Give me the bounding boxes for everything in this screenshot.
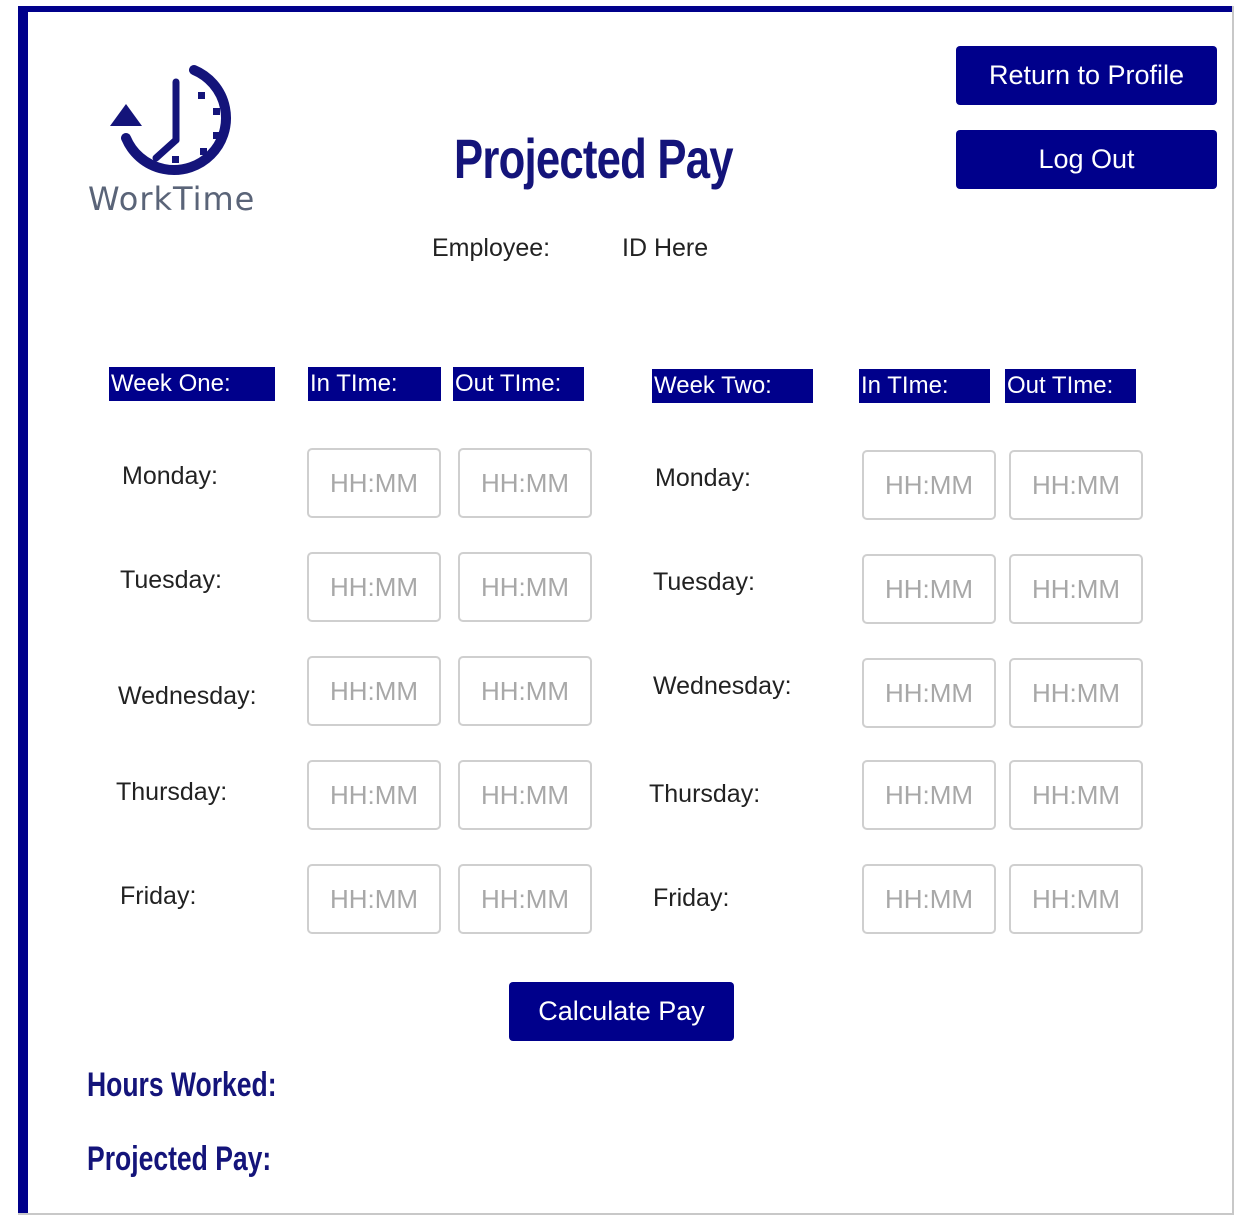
- week-two-friday-out-input[interactable]: [1009, 864, 1143, 934]
- week-one-in-time-header: In TIme:: [308, 367, 441, 401]
- week-one-monday-in-input[interactable]: [307, 448, 441, 518]
- week-one-wednesday-in-input[interactable]: [307, 656, 441, 726]
- logo-wordmark: WorkTime: [88, 180, 256, 218]
- week-two-friday-label: Friday:: [653, 884, 730, 912]
- week-one-monday-out-input[interactable]: [458, 448, 592, 518]
- employee-label: Employee:: [432, 234, 551, 262]
- calculate-pay-button[interactable]: Calculate Pay: [509, 982, 734, 1041]
- week-one-tuesday-out-input[interactable]: [458, 552, 592, 622]
- week-one-out-time-header: Out TIme:: [453, 367, 584, 401]
- week-two-wednesday-out-input[interactable]: [1009, 658, 1143, 728]
- page-title: Projected Pay: [454, 127, 734, 190]
- log-out-button[interactable]: Log Out: [956, 130, 1217, 189]
- week-two-thursday-in-input[interactable]: [862, 760, 996, 830]
- projected-pay-label: Projected Pay:: [87, 1140, 272, 1178]
- week-one-friday-out-input[interactable]: [458, 864, 592, 934]
- week-two-out-time-header: Out TIme:: [1005, 369, 1136, 403]
- week-one-thursday-out-input[interactable]: [458, 760, 592, 830]
- week-one-wednesday-label: Wednesday:: [118, 682, 257, 710]
- week-one-tuesday-label: Tuesday:: [120, 566, 222, 594]
- week-one-monday-label: Monday:: [122, 462, 218, 490]
- hours-worked-label: Hours Worked:: [87, 1066, 277, 1104]
- week-two-thursday-label: Thursday:: [649, 780, 761, 808]
- employee-id: ID Here: [622, 234, 709, 262]
- week-two-friday-in-input[interactable]: [862, 864, 996, 934]
- week-two-tuesday-in-input[interactable]: [862, 554, 996, 624]
- return-to-profile-button[interactable]: Return to Profile: [956, 46, 1217, 105]
- week-one-friday-in-input[interactable]: [307, 864, 441, 934]
- week-two-tuesday-label: Tuesday:: [653, 568, 755, 596]
- week-one-thursday-in-input[interactable]: [307, 760, 441, 830]
- week-two-thursday-out-input[interactable]: [1009, 760, 1143, 830]
- page-border-top: [18, 6, 1234, 12]
- week-two-monday-label: Monday:: [655, 464, 751, 492]
- week-one-tuesday-in-input[interactable]: [307, 552, 441, 622]
- week-two-monday-in-input[interactable]: [862, 450, 996, 520]
- week-two-tuesday-out-input[interactable]: [1009, 554, 1143, 624]
- week-one-friday-label: Friday:: [120, 882, 197, 910]
- week-one-header: Week One:: [109, 367, 275, 401]
- week-one-thursday-label: Thursday:: [116, 778, 228, 806]
- week-two-wednesday-in-input[interactable]: [862, 658, 996, 728]
- week-two-monday-out-input[interactable]: [1009, 450, 1143, 520]
- week-two-wednesday-label: Wednesday:: [653, 672, 792, 700]
- week-one-wednesday-out-input[interactable]: [458, 656, 592, 726]
- page-border-left: [18, 6, 28, 1215]
- week-two-in-time-header: In TIme:: [859, 369, 990, 403]
- week-two-header: Week Two:: [652, 369, 813, 403]
